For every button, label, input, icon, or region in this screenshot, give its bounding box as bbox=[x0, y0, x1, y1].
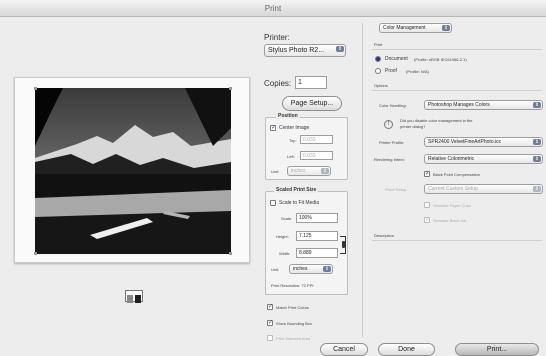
info-icon: ! bbox=[384, 120, 393, 129]
page-setup-button[interactable]: Page Setup... bbox=[282, 96, 342, 111]
popup-arrow-icon: ⇕ bbox=[323, 266, 331, 272]
color-handling-label: Color Handling: bbox=[379, 103, 407, 108]
window-title: Print bbox=[264, 4, 282, 13]
match-print-colors-label: Match Print Colors bbox=[276, 305, 309, 310]
corner-mark bbox=[229, 252, 232, 255]
popup-arrow-icon: ⇕ bbox=[533, 156, 541, 162]
copies-label: Copies: bbox=[264, 79, 292, 88]
window-titlebar: Print bbox=[0, 0, 546, 17]
description-heading: Description bbox=[374, 233, 395, 238]
orientation-icon bbox=[127, 295, 141, 303]
options-heading: Options bbox=[374, 83, 388, 88]
color-management-note: Did you disable color management in the … bbox=[400, 118, 473, 129]
printer-label: Printer: bbox=[264, 33, 290, 42]
popup-arrow-icon: ⇕ bbox=[321, 168, 329, 174]
scale-label: Scale: bbox=[281, 216, 293, 221]
simulate-paper-color-label: Simulate Paper Color bbox=[433, 203, 472, 208]
show-bounding-box-checkbox[interactable]: ✓ bbox=[267, 320, 273, 326]
popup-arrow-icon: ⇕ bbox=[442, 25, 450, 31]
document-label: Document bbox=[385, 56, 408, 62]
options-divider bbox=[372, 90, 542, 91]
match-print-colors-checkbox[interactable]: ✓ bbox=[267, 304, 273, 310]
top-label: Top: bbox=[289, 138, 297, 143]
scaled-print-size-group bbox=[265, 191, 348, 295]
left-input[interactable]: 0.033 bbox=[300, 151, 333, 160]
print-divider bbox=[372, 49, 542, 50]
black-point-compensation-checkbox[interactable]: ✓ bbox=[424, 171, 430, 177]
simulate-black-ink-checkbox[interactable]: ✓ bbox=[424, 217, 430, 223]
simulate-black-ink-label: Simulate Black Ink bbox=[433, 218, 466, 223]
description-divider bbox=[372, 240, 542, 241]
print-dialog: Printer: Stylus Photo R2... ⇕ Copies: 1 P… bbox=[0, 17, 546, 356]
proof-setup-label: Proof Setup: bbox=[385, 187, 408, 192]
position-unit-select[interactable]: inches ⇕ bbox=[287, 166, 331, 176]
popup-arrow-icon: ⇕ bbox=[533, 186, 541, 192]
panel-divider bbox=[362, 23, 363, 337]
print-preview bbox=[14, 77, 250, 263]
corner-mark bbox=[34, 252, 37, 255]
color-management-select[interactable]: Color Management ⇕ bbox=[379, 23, 452, 33]
scale-input[interactable]: 100% bbox=[296, 213, 338, 223]
printer-profile-label: Printer Profile: bbox=[379, 140, 405, 145]
height-input[interactable]: 7.125 bbox=[296, 231, 338, 241]
proof-label: Proof bbox=[385, 68, 397, 74]
proof-setup-select[interactable]: Current Custom Setup ⇕ bbox=[424, 184, 543, 194]
black-point-compensation-label: Black Point Compensation bbox=[433, 172, 480, 177]
document-radio[interactable] bbox=[375, 56, 381, 62]
position-title: Position bbox=[276, 113, 300, 119]
scaled-print-size-title: Scaled Print Size bbox=[274, 187, 319, 193]
print-button[interactable]: Print... bbox=[455, 343, 539, 356]
center-image-label: Center Image bbox=[279, 125, 310, 131]
center-image-checkbox[interactable]: ✓ bbox=[270, 125, 276, 131]
width-label: Width: bbox=[279, 251, 291, 256]
color-handling-select[interactable]: Photoshop Manages Colors ⇕ bbox=[424, 100, 543, 110]
height-label: Height: bbox=[276, 234, 289, 239]
position-unit-label: Unit: bbox=[271, 169, 280, 174]
print-selected-area-label: Print Selected Area bbox=[276, 336, 311, 341]
popup-arrow-icon: ⇕ bbox=[533, 139, 541, 145]
top-input[interactable]: 0.033 bbox=[300, 135, 333, 144]
rendering-intent-label: Rendering Intent: bbox=[374, 157, 405, 162]
printer-select[interactable]: Stylus Photo R2... ⇕ bbox=[264, 44, 346, 57]
popup-arrow-icon: ⇕ bbox=[533, 102, 541, 108]
left-label: Left: bbox=[287, 154, 295, 159]
link-icon bbox=[342, 241, 345, 248]
orientation-control[interactable] bbox=[125, 290, 143, 303]
scaled-unit-label: Unit: bbox=[271, 267, 280, 272]
corner-mark bbox=[229, 87, 232, 90]
cancel-button[interactable]: Cancel bbox=[320, 343, 368, 356]
done-button[interactable]: Done bbox=[378, 343, 435, 356]
printer-profile-select[interactable]: SPR2400 VelvetFineArtPhoto.icc ⇕ bbox=[424, 137, 543, 147]
print-selected-area-checkbox[interactable] bbox=[267, 335, 273, 341]
copies-input[interactable]: 1 bbox=[295, 76, 327, 89]
scale-to-fit-label: Scale to Fit Media bbox=[279, 200, 320, 206]
proof-radio[interactable] bbox=[375, 68, 381, 74]
popup-arrow-icon: ⇕ bbox=[336, 46, 344, 52]
preview-image bbox=[35, 88, 231, 254]
document-profile: (Profile: sRGB IEC61966-2.1) bbox=[414, 57, 467, 62]
scaled-unit-select[interactable]: inches ⇕ bbox=[289, 264, 333, 274]
corner-mark bbox=[34, 87, 37, 90]
landscape-photo bbox=[35, 88, 231, 254]
print-resolution: Print Resolution: 72 PPI bbox=[271, 283, 314, 288]
proof-profile: (Profile: N/A) bbox=[406, 69, 429, 74]
rendering-intent-select[interactable]: Relative Colorimetric ⇕ bbox=[424, 154, 543, 164]
scale-to-fit-checkbox[interactable] bbox=[270, 200, 276, 206]
width-input[interactable]: 8.889 bbox=[296, 248, 338, 258]
show-bounding-box-label: Show Bounding Box bbox=[276, 321, 313, 326]
print-heading: Print bbox=[374, 42, 383, 47]
simulate-paper-color-checkbox[interactable] bbox=[424, 202, 430, 208]
